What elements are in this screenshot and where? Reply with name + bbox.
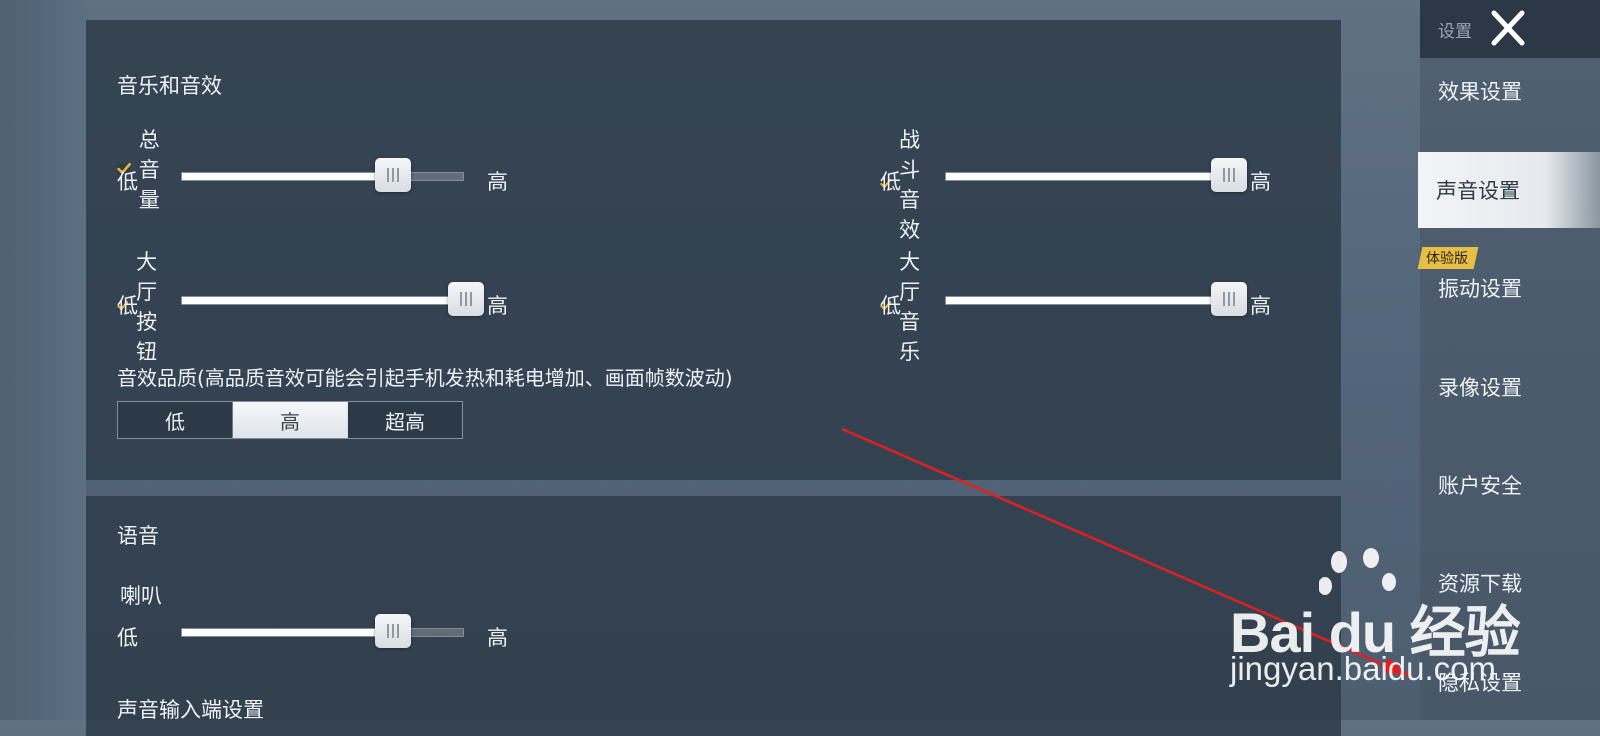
music-sfx-title: 音乐和音效 [117,74,222,98]
lobby-button-slider[interactable] [181,282,484,316]
sound-quality-description: 音效品质(高品质音效可能会引起手机发热和耗电增加、画面帧数波动) [117,366,733,390]
lobby-music-high-label: 高 [1250,294,1271,318]
speaker-high-label: 高 [487,626,508,650]
voice-panel [86,496,1341,736]
speaker-low-label: 低 [117,626,138,650]
battle-sfx-low-label: 低 [880,170,901,194]
lobby-button-thumb[interactable] [448,282,484,316]
quality-low-button[interactable]: 低 [118,402,233,438]
sidebar-item-sound[interactable]: 声音设置 [1418,152,1600,228]
speaker-label: 喇叭 [120,584,162,608]
lobby-button-high-label: 高 [487,294,508,318]
master-volume-thumb[interactable] [374,158,411,192]
close-icon[interactable] [1488,8,1528,48]
baidu-watermark: Bai du 经验 jingyan.baidu.com [1225,548,1525,688]
lobby-music-fill [946,297,1229,304]
lobby-music-thumb[interactable] [1211,282,1247,316]
lobby-music-slider[interactable] [945,282,1247,316]
master-volume-low-label: 低 [117,170,138,194]
sidebar-item-account-security[interactable]: 账户安全 [1420,447,1600,523]
speaker-slider[interactable] [181,614,464,648]
master-volume-fill [182,173,393,180]
quality-ultra-button[interactable]: 超高 [348,402,462,438]
lobby-button-low-label: 低 [117,294,138,318]
trial-badge: 体验版 [1417,247,1479,269]
voice-title: 语音 [117,524,159,548]
battle-sfx-label: 战斗音效 [899,128,921,242]
battle-sfx-thumb[interactable] [1211,158,1247,192]
lobby-music-label: 大厅音乐 [899,250,921,364]
settings-title: 设置 [1438,22,1472,42]
quality-high-button[interactable]: 高 [233,402,348,438]
background [0,0,86,720]
sound-quality-selector: 低 高 超高 [117,401,463,439]
lobby-music-low-label: 低 [880,294,901,318]
battle-sfx-high-label: 高 [1250,170,1271,194]
battle-sfx-fill [946,173,1229,180]
lobby-button-label: 大厅按钮 [136,250,158,364]
battle-sfx-slider[interactable] [945,158,1247,192]
watermark-url: jingyan.baidu.com [1230,650,1496,687]
master-volume-slider[interactable] [181,158,464,192]
master-volume-label: 总音量 [138,128,160,212]
sidebar-item-effects[interactable]: 效果设置 [1420,53,1600,129]
sidebar-item-recording[interactable]: 录像设置 [1420,349,1600,425]
sidebar-header: 设置 [1420,0,1600,58]
speaker-thumb[interactable] [374,614,411,648]
speaker-fill [182,629,393,636]
lobby-button-fill [182,297,466,304]
master-volume-high-label: 高 [487,170,508,194]
